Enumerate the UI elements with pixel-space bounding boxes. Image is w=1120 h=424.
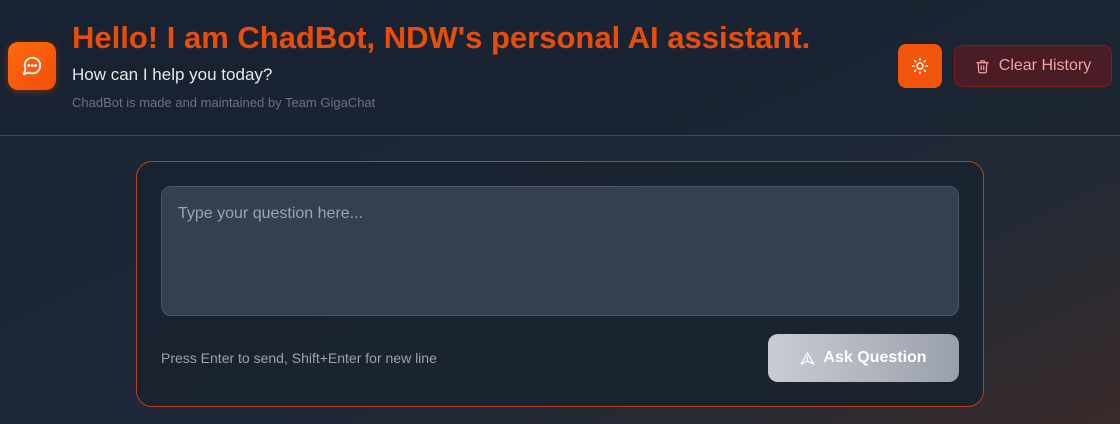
- ask-question-label: Ask Question: [823, 349, 927, 366]
- page-title: Hello! I am ChadBot, NDW's personal AI a…: [72, 20, 811, 55]
- send-icon: [800, 351, 815, 366]
- question-composer: Press Enter to send, Shift+Enter for new…: [136, 161, 984, 407]
- credit-text: ChadBot is made and maintained by Team G…: [72, 95, 376, 110]
- keyboard-hint: Press Enter to send, Shift+Enter for new…: [161, 350, 437, 366]
- sun-icon: [911, 57, 929, 75]
- trash-icon: [975, 59, 990, 74]
- ask-question-button[interactable]: Ask Question: [768, 334, 959, 382]
- app-header: Hello! I am ChadBot, NDW's personal AI a…: [0, 0, 1120, 136]
- logo: [8, 42, 56, 90]
- theme-toggle-button[interactable]: [898, 44, 942, 88]
- question-input[interactable]: [161, 186, 959, 316]
- chat-bubble-icon: [21, 55, 43, 77]
- clear-history-button[interactable]: Clear History: [954, 45, 1112, 87]
- page-subtitle: How can I help you today?: [72, 65, 273, 84]
- clear-history-label: Clear History: [998, 57, 1092, 74]
